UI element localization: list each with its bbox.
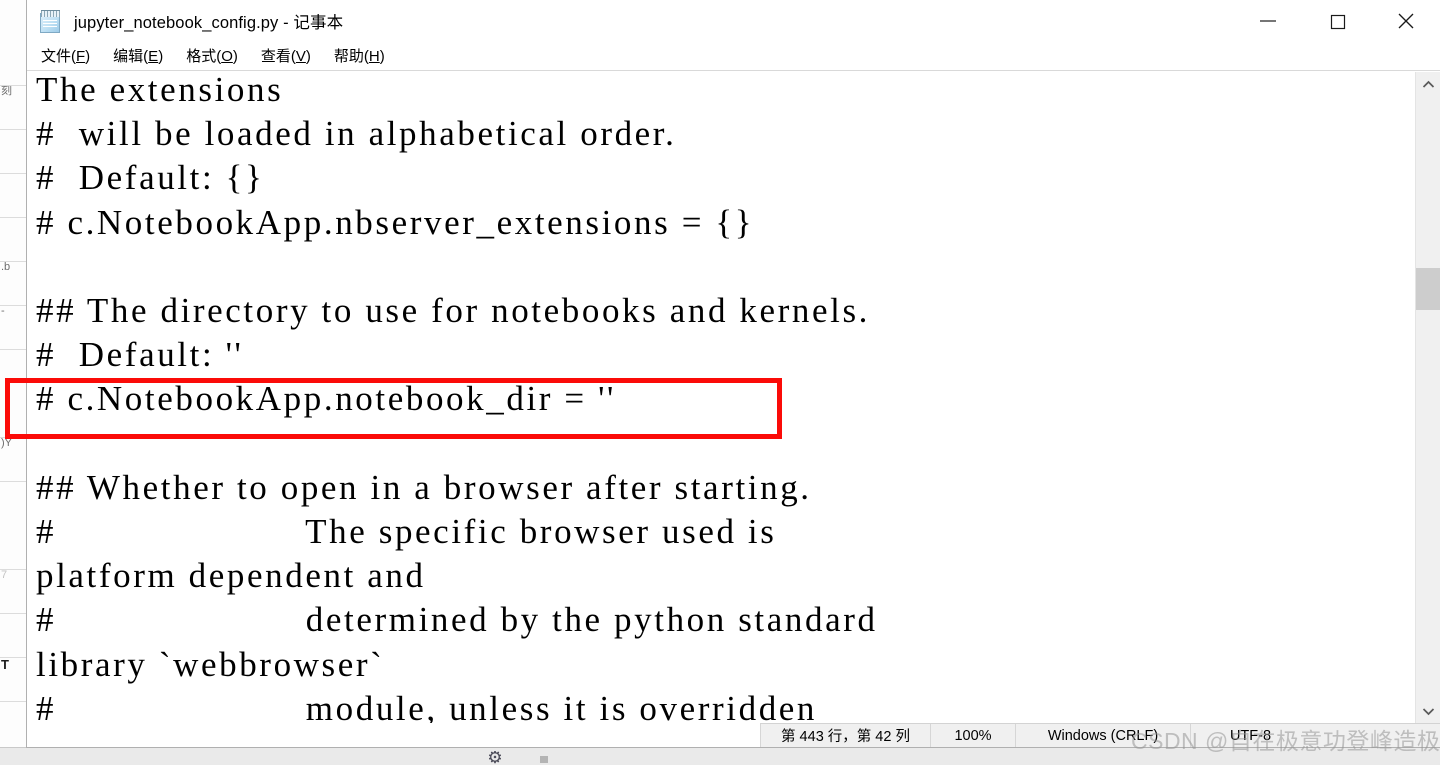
background-row xyxy=(0,482,26,570)
menu-item-format[interactable]: 格式(O) xyxy=(186,49,238,64)
window-title: jupyter_notebook_config.py - 记事本 xyxy=(74,14,344,32)
menu-item-edit[interactable]: 编辑(E) xyxy=(113,49,163,64)
menu-tail: ) xyxy=(305,47,311,65)
menu-label: 帮助( xyxy=(333,47,369,65)
chevron-up-icon[interactable] xyxy=(1416,72,1440,96)
menu-accel: F xyxy=(76,47,86,65)
menu-item-file[interactable]: 文件(F) xyxy=(41,49,90,64)
menu-item-help[interactable]: 帮助(H) xyxy=(334,49,385,64)
menu-tail: ) xyxy=(232,47,238,65)
menu-accel: H xyxy=(368,47,380,65)
background-row: .b xyxy=(0,262,26,306)
menu-label: 文件( xyxy=(41,47,76,65)
menu-item-view[interactable]: 查看(V) xyxy=(261,49,311,64)
background-row: 7 xyxy=(0,570,26,614)
menu-label: 查看( xyxy=(260,47,296,65)
background-row xyxy=(0,0,26,86)
text-editor[interactable]: The extensions # will be loaded in alpha… xyxy=(27,72,1415,723)
background-row xyxy=(0,614,26,658)
screen: 刻 .b - )Y 7 T ⚙ jupyter_notebook_config.… xyxy=(0,0,1440,765)
status-zoom-level[interactable]: 100% xyxy=(930,724,1015,747)
title-bar[interactable]: jupyter_notebook_config.py - 记事本 xyxy=(27,0,1440,42)
minimize-button[interactable] xyxy=(1233,0,1302,42)
background-window-strip[interactable]: 刻 .b - )Y 7 T xyxy=(0,0,27,748)
scrollbar-thumb[interactable] xyxy=(1416,268,1440,310)
background-row xyxy=(0,174,26,218)
taskbar-tile[interactable] xyxy=(540,756,548,763)
caption-button-group xyxy=(1233,0,1440,42)
menu-label: 格式( xyxy=(186,47,222,65)
status-cursor-position: 第 443 行，第 42 列 xyxy=(760,724,930,747)
menu-bar: 文件(F) 编辑(E) 格式(O) 查看(V) 帮助(H) xyxy=(27,42,1440,71)
background-row: 刻 xyxy=(0,86,26,130)
editor-area: The extensions # will be loaded in alpha… xyxy=(27,72,1440,723)
background-row: - xyxy=(0,306,26,350)
editor-content[interactable]: The extensions # will be loaded in alpha… xyxy=(36,72,878,723)
background-row xyxy=(0,218,26,262)
menu-tail: ) xyxy=(379,47,385,65)
background-row: )Y xyxy=(0,438,26,482)
background-row xyxy=(0,350,26,438)
menu-accel: V xyxy=(295,47,306,65)
menu-label: 编辑( xyxy=(113,47,149,65)
vertical-scrollbar[interactable] xyxy=(1415,72,1440,723)
close-button[interactable] xyxy=(1371,0,1440,42)
taskbar-app-icon[interactable]: ⚙ xyxy=(484,751,506,765)
menu-tail: ) xyxy=(85,47,91,65)
menu-accel: O xyxy=(221,47,233,65)
maximize-button[interactable] xyxy=(1302,0,1371,42)
notepad-window: jupyter_notebook_config.py - 记事本 文件(F) 编… xyxy=(26,0,1440,748)
background-row xyxy=(0,130,26,174)
menu-tail: ) xyxy=(158,47,164,65)
background-row: T xyxy=(0,658,26,702)
chevron-down-icon[interactable] xyxy=(1416,699,1440,723)
menu-accel: E xyxy=(148,47,159,65)
background-row xyxy=(0,702,26,748)
csdn-watermark: CSDN @自在极意功登峰造极 xyxy=(1131,728,1440,754)
notepad-icon xyxy=(40,9,62,35)
